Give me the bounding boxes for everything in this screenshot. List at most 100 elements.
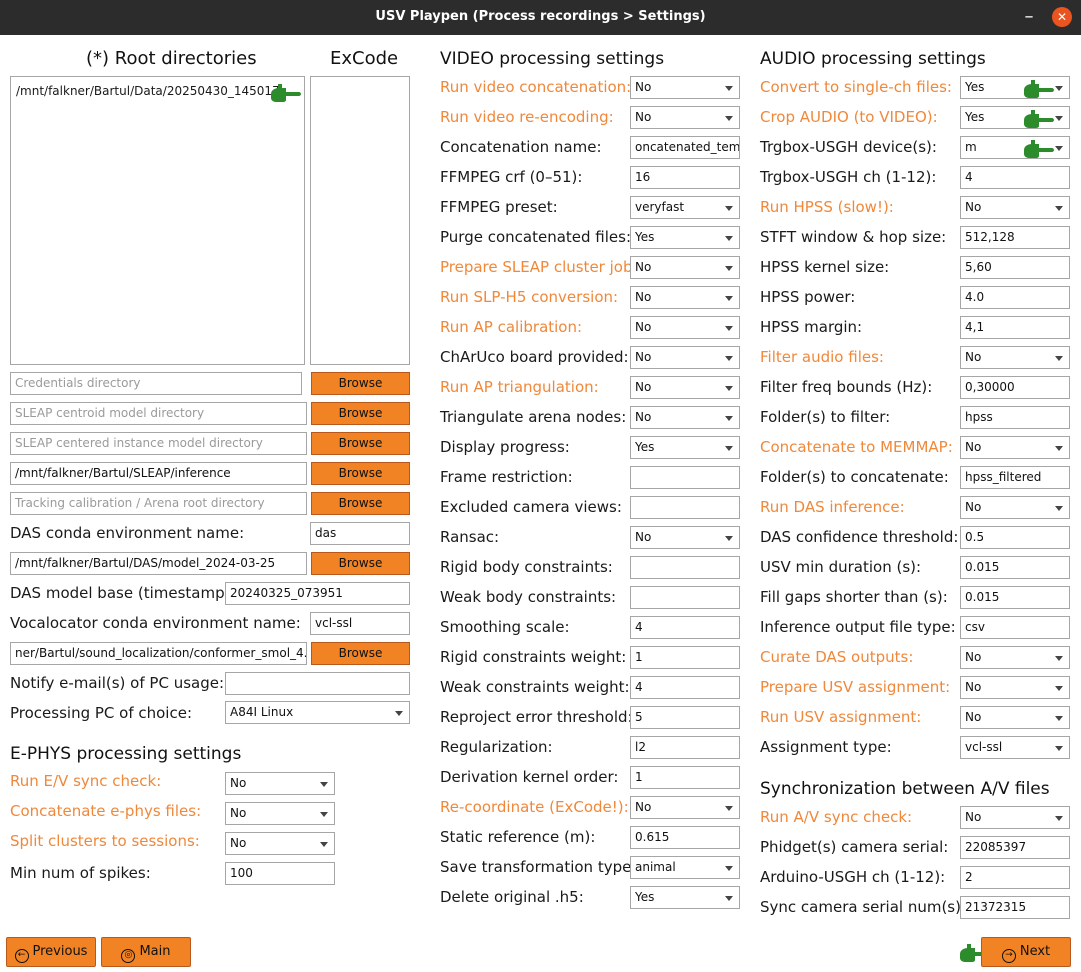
run-a-v-sync-check-select[interactable]: No <box>960 806 1070 829</box>
next-button[interactable]: → Next <box>981 937 1071 967</box>
derivation-kernel-order-field[interactable]: 1 <box>630 766 740 789</box>
main-button[interactable]: ◎ Main <box>101 937 191 967</box>
sleap-centroid-model-field[interactable]: SLEAP centroid model directory <box>10 402 307 425</box>
excluded-camera-views-field[interactable] <box>630 496 740 519</box>
stft-window-hop-size-field[interactable]: 512,128 <box>960 226 1070 249</box>
das-model-base-field[interactable]: 20240325_073951 <box>225 582 410 605</box>
tracking-calibration-field[interactable]: Tracking calibration / Arena root direct… <box>10 492 307 515</box>
charuco-board-provided-select[interactable]: No <box>630 346 740 369</box>
das-model-directory-field[interactable]: /mnt/falkner/Bartul/DAS/model_2024-03-25 <box>10 552 307 575</box>
prepare-sleap-cluster-job-label: Prepare SLEAP cluster job: <box>440 258 638 276</box>
close-icon[interactable]: ✕ <box>1052 7 1072 27</box>
rigid-constraints-weight-field[interactable]: 1 <box>630 646 740 669</box>
vcl-env-field[interactable]: vcl-ssl <box>310 612 410 635</box>
phidget-s-camera-serial-field[interactable]: 22085397 <box>960 836 1070 859</box>
hpss-margin-field[interactable]: 4,1 <box>960 316 1070 339</box>
run-hpss-slow-select[interactable]: No <box>960 196 1070 219</box>
folder-s-to-filter-field[interactable]: hpss <box>960 406 1070 429</box>
ephys-split-select[interactable]: No <box>225 832 335 855</box>
concatenate-to-memmap-select[interactable]: No <box>960 436 1070 459</box>
weak-constraints-weight-field[interactable]: 4 <box>630 676 740 699</box>
root-directories-list[interactable]: /mnt/falkner/Bartul/Data/20250430_145017 <box>10 76 305 365</box>
triangulate-arena-nodes-label: Triangulate arena nodes: <box>440 408 627 426</box>
vcl-model-directory-field[interactable]: ner/Bartul/sound_localization/conformer_… <box>10 642 307 665</box>
prepare-sleap-cluster-job-select[interactable]: No <box>630 256 740 279</box>
run-slp-h5-conversion-select[interactable]: No <box>630 286 740 309</box>
rigid-body-constraints-field[interactable] <box>630 556 740 579</box>
root-directory-item[interactable]: /mnt/falkner/Bartul/Data/20250430_145017 <box>16 84 280 98</box>
browse-inference-button[interactable]: Browse <box>311 462 410 485</box>
display-progress-select[interactable]: Yes <box>630 436 740 459</box>
excode-list[interactable] <box>310 76 410 365</box>
sleap-inference-directory-field[interactable]: /mnt/falkner/Bartul/SLEAP/inference <box>10 462 307 485</box>
das-confidence-threshold-label: DAS confidence threshold: <box>760 528 959 546</box>
ephys-sync-select[interactable]: No <box>225 772 335 795</box>
pointing-hand-icon <box>1024 110 1054 128</box>
run-das-inference-select[interactable]: No <box>960 496 1070 519</box>
run-ap-calibration-select[interactable]: No <box>630 316 740 339</box>
run-video-concatenation-select[interactable]: No <box>630 76 740 99</box>
re-coordinate-excode-value: No <box>635 800 652 814</box>
save-transformation-type-select[interactable]: animal <box>630 856 740 879</box>
das-env-field[interactable]: das <box>310 522 410 545</box>
notify-email-field[interactable] <box>225 672 410 695</box>
min-spikes-field[interactable]: 100 <box>225 862 335 885</box>
frame-restriction-field[interactable] <box>630 466 740 489</box>
browse-centroid-button[interactable]: Browse <box>311 402 410 425</box>
sync-camera-serial-num-s-field[interactable]: 21372315 <box>960 896 1070 919</box>
hpss-kernel-size-field[interactable]: 5,60 <box>960 256 1070 279</box>
prepare-usv-assignment-select[interactable]: No <box>960 676 1070 699</box>
sleap-centered-model-field[interactable]: SLEAP centered instance model directory <box>10 432 307 455</box>
ransac-select[interactable]: No <box>630 526 740 549</box>
curate-das-outputs-label: Curate DAS outputs: <box>760 648 914 666</box>
ffmpeg-preset-select[interactable]: veryfast <box>630 196 740 219</box>
chevron-down-icon <box>1055 146 1063 151</box>
run-video-re-encoding-select[interactable]: No <box>630 106 740 129</box>
assignment-type-select[interactable]: vcl-ssl <box>960 736 1070 759</box>
processing-pc-select[interactable]: A84I Linux <box>225 701 410 724</box>
arduino-usgh-ch-1-12-field[interactable]: 2 <box>960 866 1070 889</box>
folder-s-to-concatenate-field[interactable]: hpss_filtered <box>960 466 1070 489</box>
browse-centered-button[interactable]: Browse <box>311 432 410 455</box>
curate-das-outputs-select[interactable]: No <box>960 646 1070 669</box>
ephys-concat-select[interactable]: No <box>225 802 335 825</box>
browse-vcl-model-button[interactable]: Browse <box>311 642 410 665</box>
filter-freq-bounds-hz-field[interactable]: 0,30000 <box>960 376 1070 399</box>
inference-output-file-type-field[interactable]: csv <box>960 616 1070 639</box>
minimize-icon[interactable]: – <box>1018 4 1040 30</box>
weak-body-constraints-field[interactable] <box>630 586 740 609</box>
ransac-label: Ransac: <box>440 528 500 546</box>
browse-tracking-button[interactable]: Browse <box>311 492 410 515</box>
browse-credentials-button[interactable]: Browse <box>311 372 410 395</box>
sync-camera-serial-num-s-label: Sync camera serial num(s): <box>760 898 967 916</box>
chevron-down-icon <box>725 416 733 421</box>
chevron-down-icon <box>725 206 733 211</box>
main-label: Main <box>139 944 171 959</box>
hpss-power-label: HPSS power: <box>760 288 856 306</box>
concatenation-name-field[interactable]: oncatenated_temp <box>630 136 740 159</box>
run-ap-triangulation-select[interactable]: No <box>630 376 740 399</box>
excluded-camera-views-label: Excluded camera views: <box>440 498 622 516</box>
browse-das-model-button[interactable]: Browse <box>311 552 410 575</box>
reproject-error-threshold-field[interactable]: 5 <box>630 706 740 729</box>
re-coordinate-excode-select[interactable]: No <box>630 796 740 819</box>
previous-button[interactable]: ← Previous <box>6 937 96 967</box>
ffmpeg-crf-0-51-field[interactable]: 16 <box>630 166 740 189</box>
triangulate-arena-nodes-select[interactable]: No <box>630 406 740 429</box>
filter-audio-files-select[interactable]: No <box>960 346 1070 369</box>
purge-concatenated-files-select[interactable]: Yes <box>630 226 740 249</box>
fill-gaps-shorter-than-s-field[interactable]: 0.015 <box>960 586 1070 609</box>
regularization-field[interactable]: l2 <box>630 736 740 759</box>
chevron-down-icon <box>1055 116 1063 121</box>
static-reference-m-field[interactable]: 0.615 <box>630 826 740 849</box>
usv-min-duration-s-field[interactable]: 0.015 <box>960 556 1070 579</box>
delete-original-h5-select[interactable]: Yes <box>630 886 740 909</box>
hpss-power-field[interactable]: 4.0 <box>960 286 1070 309</box>
smoothing-scale-field[interactable]: 4 <box>630 616 740 639</box>
trgbox-usgh-ch-1-12-field[interactable]: 4 <box>960 166 1070 189</box>
chevron-down-icon <box>725 266 733 271</box>
credentials-directory-field[interactable]: Credentials directory <box>10 372 302 395</box>
run-ap-triangulation-value: No <box>635 380 652 394</box>
das-confidence-threshold-field[interactable]: 0.5 <box>960 526 1070 549</box>
run-usv-assignment-select[interactable]: No <box>960 706 1070 729</box>
